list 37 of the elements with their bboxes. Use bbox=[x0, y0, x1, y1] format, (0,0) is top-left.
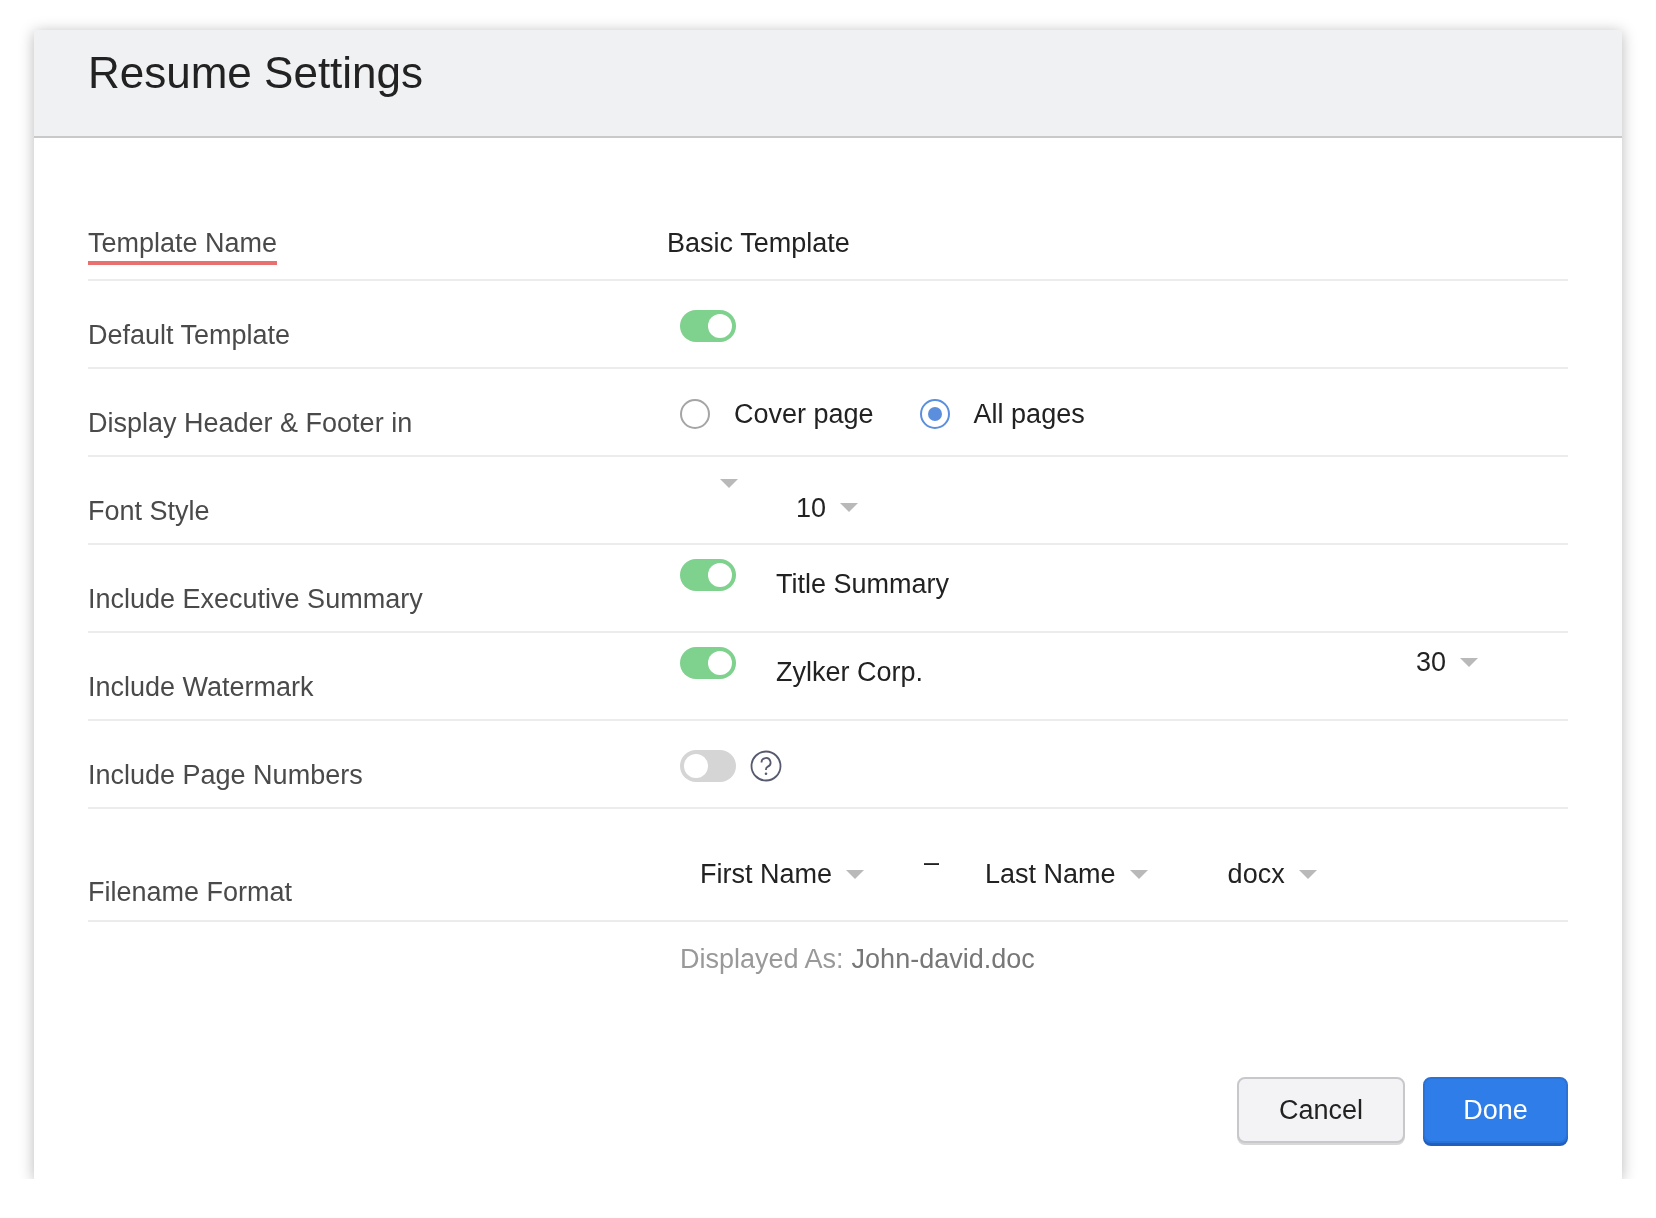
toggle-switch[interactable] bbox=[680, 750, 736, 782]
watermark-size-dropdown[interactable]: 30 bbox=[1415, 647, 1478, 678]
separator-text: – bbox=[924, 847, 940, 878]
field-label: Include Executive Summary bbox=[88, 584, 424, 616]
done-button[interactable]: Done bbox=[1423, 1077, 1568, 1143]
displayed-as-label: Displayed As: bbox=[680, 944, 844, 974]
toggle-switch[interactable] bbox=[680, 559, 736, 591]
summary-text: Title Summary bbox=[776, 569, 950, 600]
field-label: Include Page Numbers bbox=[88, 760, 364, 792]
toggle-switch[interactable] bbox=[680, 310, 736, 342]
dialog-title: Resume Settings bbox=[88, 48, 424, 98]
filename-dropdown[interactable]: Last Name bbox=[985, 859, 1148, 890]
help-icon[interactable] bbox=[750, 750, 782, 782]
watermark-text: Zylker Corp. bbox=[776, 657, 924, 688]
field-label: Default Template bbox=[88, 320, 292, 352]
field-label: Display Header & Footer in bbox=[88, 408, 414, 440]
caret-icon bbox=[846, 869, 864, 880]
field-label: Include Watermark bbox=[88, 672, 315, 704]
filename-dropdown[interactable]: docx bbox=[1227, 859, 1317, 890]
caret-icon bbox=[1129, 869, 1148, 880]
caret-icon bbox=[720, 479, 738, 489]
radio-button[interactable] bbox=[680, 399, 710, 429]
cancel-button[interactable]: Cancel bbox=[1237, 1077, 1405, 1143]
displayed-as-value: John-david.doc bbox=[851, 944, 1035, 974]
filename-dropdown[interactable]: First Name bbox=[700, 859, 864, 890]
template-name-value: Basic Template bbox=[667, 228, 850, 259]
radio-label[interactable]: Cover page bbox=[734, 398, 874, 430]
field-label: Font Style bbox=[88, 496, 211, 528]
field-label: Template Name bbox=[88, 228, 278, 265]
caret-icon bbox=[840, 503, 859, 513]
font-size-dropdown[interactable]: 10 bbox=[796, 492, 859, 524]
caret-icon bbox=[1298, 869, 1317, 880]
toggle-switch[interactable] bbox=[680, 647, 736, 679]
radio-button[interactable] bbox=[919, 399, 950, 429]
field-label: Filename Format bbox=[88, 877, 294, 909]
radio-label[interactable]: All pages bbox=[973, 398, 1085, 430]
caret-icon bbox=[1460, 657, 1478, 668]
